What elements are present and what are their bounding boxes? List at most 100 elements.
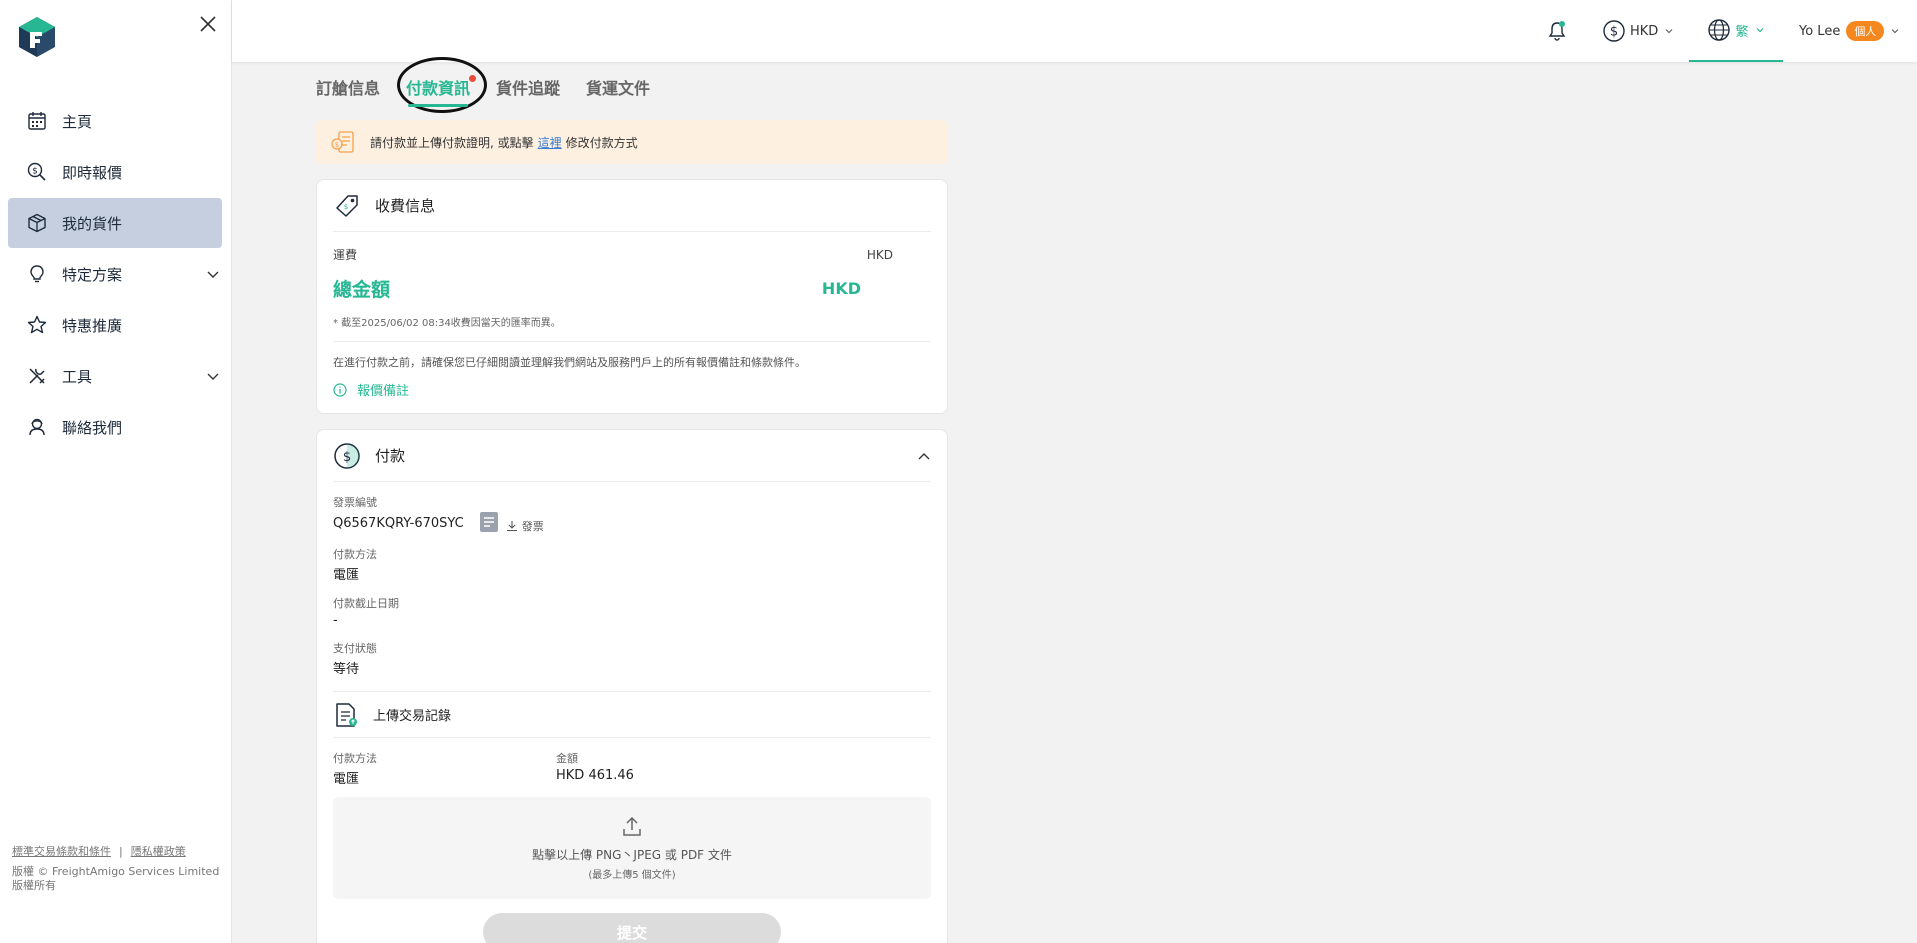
privacy-link[interactable]: 隱私權政策: [131, 845, 186, 858]
invoice-field: 發票編號 Q6567KQRY-670SYC 發票: [333, 482, 931, 534]
payment-document-icon: $: [331, 131, 354, 153]
sidebar-item-label: 我的貨件: [62, 214, 123, 233]
payment-card: $ 付款 發票編號 Q6567KQRY-670SYC 發票 付款方法 電匯 付款…: [316, 429, 948, 943]
freightamigo-logo[interactable]: [18, 16, 56, 58]
charges-title: 收費信息: [375, 197, 436, 215]
sidebar-item-contact-us[interactable]: 聯絡我們: [8, 402, 222, 452]
invoice-document-icon[interactable]: [479, 512, 498, 532]
tab-tracking[interactable]: 貨件追蹤: [496, 67, 560, 107]
terms-note: 在進行付款之前，請確保您已仔細閱讀並理解我們網站及服務門戶上的所有報價備註和條款…: [333, 356, 806, 369]
sidebar-item-special-plans[interactable]: 特定方案: [8, 249, 222, 299]
currency-selector[interactable]: $ HKD: [1602, 0, 1674, 62]
sidebar-nav: 主頁 $ 即時報價 我的貨件 特定方案 特惠推廣 工具 聯絡我們: [8, 96, 222, 453]
calendar-icon: [26, 110, 48, 132]
language-selector[interactable]: 繁: [1689, 0, 1783, 62]
record-method-value: 電匯: [333, 772, 360, 787]
invoice-download-link[interactable]: 發票: [506, 518, 544, 534]
close-icon[interactable]: [196, 12, 220, 36]
tab-shipping-docs[interactable]: 貨運文件: [586, 67, 650, 107]
upload-limit: (最多上傳5 個文件): [588, 869, 676, 881]
star-icon: [26, 314, 48, 336]
notice-text: 請付款並上傳付款證明, 或點擊: [370, 135, 534, 150]
payment-method-label: 付款方法: [333, 548, 377, 561]
invoice-label: 發票編號: [333, 496, 377, 509]
chevron-down-icon: [1756, 28, 1763, 33]
notice-text-after: 修改付款方式: [565, 135, 638, 150]
total-label: 總金額: [333, 279, 391, 301]
freight-currency: HKD: [866, 247, 893, 262]
sidebar-item-label: 特定方案: [62, 265, 123, 284]
payment-notice-banner: $ 請付款並上傳付款證明, 或點擊 這裡 修改付款方式: [316, 120, 948, 164]
payment-method-field: 付款方法 電匯: [333, 534, 931, 583]
download-icon: [506, 521, 517, 532]
user-name: Yo Lee: [1799, 23, 1841, 39]
chevron-up-icon[interactable]: [917, 450, 931, 464]
payment-header: $ 付款: [333, 430, 931, 482]
main-content: 訂艙信息 付款資訊 貨件追蹤 貨運文件 $ 請付款並上傳付款證明, 或點擊 這裡…: [316, 62, 948, 943]
sidebar: 主頁 $ 即時報價 我的貨件 特定方案 特惠推廣 工具 聯絡我們 標準交易條款和…: [0, 0, 232, 943]
chevron-down-icon: [1891, 29, 1899, 34]
terms-link[interactable]: 標準交易條款和條件: [12, 845, 111, 858]
chevron-down-icon[interactable]: [206, 267, 220, 281]
sidebar-item-instant-quote[interactable]: $ 即時報價: [8, 147, 222, 197]
payment-globe-icon: $: [334, 442, 360, 469]
charges-card: $ 收費信息 運費 HKD 總金額 HKD * 截至2025/06/02 08:…: [316, 179, 948, 414]
amount-label: 金額: [556, 752, 578, 765]
payment-deadline-field: 付款截止日期 -: [333, 583, 931, 628]
change-payment-link[interactable]: 這裡: [538, 134, 562, 151]
tab-booking-info[interactable]: 訂艙信息: [316, 67, 380, 107]
tools-icon: [26, 365, 48, 387]
record-method-label: 付款方法: [333, 752, 377, 765]
account-type-badge: 個人: [1846, 21, 1885, 41]
sidebar-item-my-shipments[interactable]: 我的貨件: [8, 198, 222, 248]
payment-title: 付款: [375, 447, 406, 465]
sidebar-item-label: 主頁: [62, 112, 93, 131]
payment-deadline-value: -: [333, 613, 338, 628]
chevron-down-icon[interactable]: [206, 369, 220, 383]
svg-text:$: $: [343, 450, 351, 465]
upload-instructions: 點擊以上傳 PNG丶JPEG 或 PDF 文件: [532, 847, 732, 862]
user-menu[interactable]: Yo Lee 個人: [1799, 0, 1900, 62]
payment-status-field: 支付狀態 等待: [333, 628, 931, 677]
amount-value: HKD 461.46: [556, 768, 634, 783]
sidebar-item-label: 聯絡我們: [62, 418, 123, 437]
top-bar: $ HKD 繁 Yo Lee 個人: [232, 0, 1917, 62]
invoice-download-label: 發票: [521, 520, 544, 533]
bell-icon: [1548, 21, 1566, 41]
svg-text:$: $: [32, 167, 38, 177]
upload-record-header: 上傳交易記錄: [333, 692, 931, 738]
upload-icon: [623, 816, 641, 836]
quote-remarks-link[interactable]: 報價備註: [333, 370, 931, 413]
sidebar-item-home[interactable]: 主頁: [8, 96, 222, 146]
invoice-number: Q6567KQRY-670SYC: [333, 515, 464, 531]
total-row: 總金額 HKD: [333, 263, 931, 302]
sidebar-item-label: 工具: [62, 367, 93, 386]
total-currency: HKD: [821, 279, 861, 298]
tab-payment-info[interactable]: 付款資訊: [406, 67, 477, 107]
info-icon: [333, 382, 347, 397]
notification-button[interactable]: [1542, 0, 1572, 62]
file-upload-dropzone[interactable]: 點擊以上傳 PNG丶JPEG 或 PDF 文件 (最多上傳5 個文件): [333, 797, 931, 899]
sidebar-footer: 標準交易條款和條件 | 隱私權政策 版權 © FreightAmigo Servic…: [12, 845, 222, 893]
sidebar-item-promotions[interactable]: 特惠推廣: [8, 300, 222, 350]
sidebar-item-label: 即時報價: [62, 163, 123, 182]
transaction-summary: 付款方法 電匯 金額 HKD 461.46: [333, 738, 931, 787]
submit-button[interactable]: 提交: [483, 913, 781, 943]
booking-tabs: 訂艙信息 付款資訊 貨件追蹤 貨運文件: [316, 62, 948, 112]
copyright-text: 版權 © FreightAmigo Services Limited: [12, 865, 220, 878]
price-tag-icon: $: [336, 194, 358, 217]
freight-row: 運費 HKD: [333, 232, 931, 263]
svg-text:$: $: [335, 141, 339, 149]
globe-icon: [1708, 19, 1731, 41]
sidebar-item-tools[interactable]: 工具: [8, 351, 222, 401]
svg-text:$: $: [344, 203, 348, 211]
exchange-rate-note: * 截至2025/06/02 08:34收費因當天的匯率而異。: [333, 302, 931, 342]
payment-deadline-label: 付款截止日期: [333, 597, 399, 610]
tab-label: 付款資訊: [406, 79, 471, 98]
language-label: 繁: [1735, 24, 1749, 40]
remark-label: 報價備註: [357, 384, 410, 399]
payment-status-label: 支付狀態: [333, 642, 377, 655]
payment-status-value: 等待: [333, 662, 360, 677]
quote-search-icon: $: [26, 161, 48, 183]
svg-text:$: $: [1610, 25, 1618, 40]
